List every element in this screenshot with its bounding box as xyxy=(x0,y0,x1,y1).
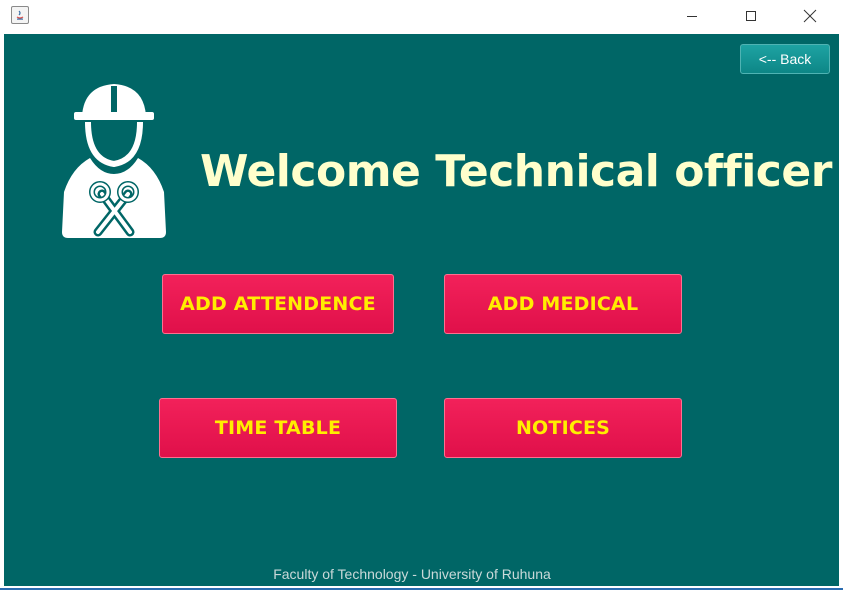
window-bottom-edge xyxy=(0,586,843,590)
back-button[interactable]: <-- Back xyxy=(740,44,830,74)
main-panel: <-- Back Welcome Technical officer ADD A… xyxy=(4,34,839,586)
java-app-icon xyxy=(11,6,29,24)
minimize-button[interactable] xyxy=(669,0,715,32)
maximize-icon xyxy=(746,11,756,21)
maximize-button[interactable] xyxy=(728,0,774,32)
close-button[interactable] xyxy=(787,0,833,32)
add-attendance-button[interactable]: ADD ATTENDENCE xyxy=(162,274,394,334)
minimize-icon xyxy=(687,16,697,17)
application-window: <-- Back Welcome Technical officer ADD A… xyxy=(0,0,843,590)
close-icon xyxy=(803,9,817,23)
time-table-button[interactable]: TIME TABLE xyxy=(159,398,397,458)
add-medical-button[interactable]: ADD MEDICAL xyxy=(444,274,682,334)
title-bar xyxy=(0,0,843,32)
notices-button[interactable]: NOTICES xyxy=(444,398,682,458)
footer-credit: Faculty of Technology - University of Ru… xyxy=(273,566,551,582)
technical-officer-icon xyxy=(56,82,172,242)
welcome-title: Welcome Technical officer xyxy=(200,146,832,197)
